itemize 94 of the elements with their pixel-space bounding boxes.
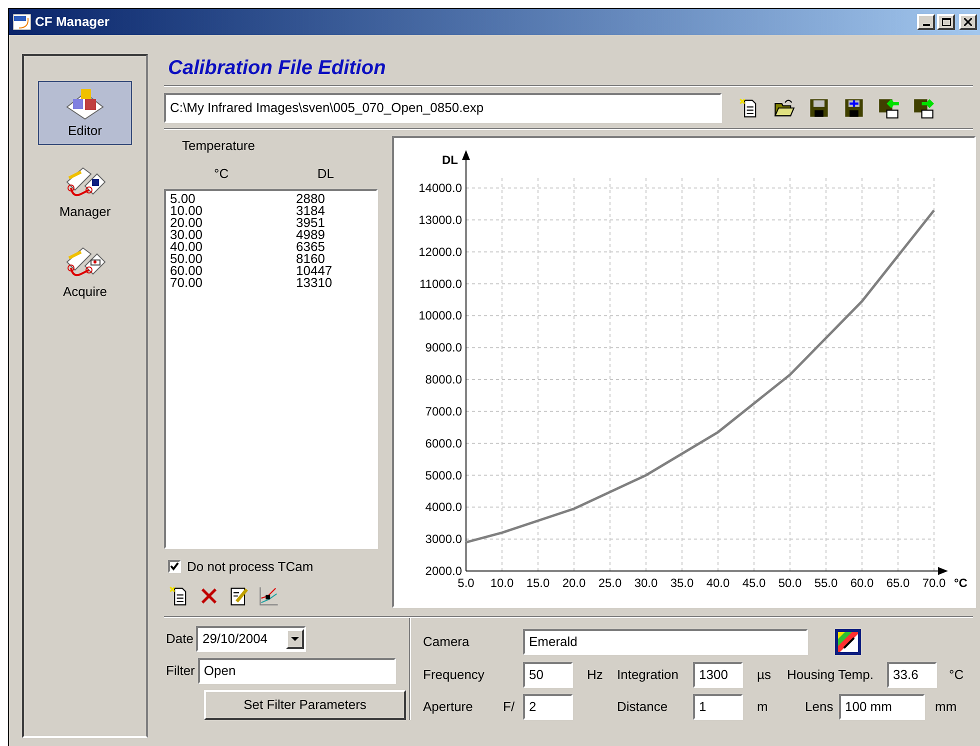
table-cell: 13310: [296, 277, 332, 289]
housing-temp-field[interactable]: 33.6: [887, 662, 937, 688]
x-tick-label: 70.0: [922, 576, 946, 590]
x-tick-label: 15.0: [526, 576, 550, 590]
data-list[interactable]: 5.00 2880 10.00 3184 20.00 3951 30.00 4989 40.00 6365 50.00 8160 60.00 10447 70.00 13310: [164, 189, 378, 549]
x-tick-label: 20.0: [562, 576, 586, 590]
filter-field[interactable]: Open: [198, 658, 396, 684]
field-label: Hz: [586, 666, 604, 684]
table-cell-text: 40.00: [169, 241, 204, 253]
y-tick-label: 7000.0: [425, 404, 462, 418]
x-tick-label: 55.0: [814, 576, 838, 590]
field-label: Filter: [166, 662, 195, 680]
table-cell: 3951: [296, 217, 325, 229]
y-tick-label: 9000.0: [425, 340, 462, 355]
table-cell: 6365: [296, 241, 325, 253]
checkbox[interactable]: [168, 560, 181, 574]
window-title: CF Manager: [35, 13, 110, 32]
field-label: Housing Temp.: [787, 666, 874, 684]
field-label: Lens: [804, 698, 834, 716]
column-header: °C: [214, 164, 229, 182]
y-tick-label: 6000.0: [425, 436, 462, 450]
table-cell-text: 60.00: [169, 265, 204, 277]
table-cell-text: 10.00: [169, 205, 204, 217]
x-tick-label: 30.0: [634, 576, 658, 590]
field-label: Distance: [617, 698, 669, 716]
table-cell: 4989: [296, 229, 325, 241]
field-label: Camera: [423, 633, 470, 652]
table-cell: 10447: [296, 265, 332, 277]
y-tick-label: 13000.0: [418, 212, 462, 227]
field-label: Aperture: [423, 698, 474, 716]
sidebar-item[interactable]: Editor: [38, 81, 132, 145]
x-tick-label: 45.0: [742, 576, 766, 590]
y-tick-label: 14000.0: [418, 181, 462, 195]
field-label: °C: [948, 666, 964, 684]
field-label: µs: [756, 666, 772, 684]
page-heading: Calibration File Edition: [168, 56, 387, 79]
y-tick-label: 4000.0: [425, 500, 462, 514]
table-cell-text: 50.00: [169, 253, 204, 265]
y-tick-label: 10000.0: [418, 308, 462, 323]
file-path-field[interactable]: C:\My Infrared Images\sven\005_070_Open_0850.exp: [164, 93, 722, 123]
x-tick-label: 65.0: [886, 576, 910, 590]
table-cell: 3184: [296, 205, 325, 217]
caret-icon: [291, 636, 300, 642]
x-tick-label: 5.0: [458, 576, 474, 590]
x-tick-label: 40.0: [706, 576, 730, 590]
aperture-field[interactable]: 2: [523, 694, 573, 720]
field-label: mm: [934, 698, 957, 716]
table-cell-text: 70.00: [169, 277, 204, 289]
distance-field[interactable]: 1: [693, 694, 743, 720]
table-cell-text: 5.00: [169, 193, 196, 205]
checkbox-label: Do not process TCam: [187, 558, 314, 576]
x-tick-label: 50.0: [778, 576, 802, 590]
x-tick-label: 60.0: [850, 576, 874, 590]
close-icon: [964, 18, 972, 26]
integration-field[interactable]: 1300: [693, 662, 743, 688]
field-label: Frequency: [423, 666, 486, 684]
sidebar-item[interactable]: Manager: [38, 161, 132, 225]
graph-icon[interactable]: [258, 584, 280, 606]
x-tick-label: 35.0: [670, 576, 694, 590]
y-tick-label: 12000.0: [418, 244, 462, 259]
palette-icon[interactable]: [834, 628, 862, 656]
field-label: Date: [166, 630, 194, 648]
y-tick-label: 5000.0: [425, 468, 462, 482]
minimize-button[interactable]: [917, 14, 935, 30]
camera-field[interactable]: Emerald: [523, 629, 808, 655]
field-label: Integration: [617, 666, 680, 684]
table-cell: 8160: [296, 253, 325, 265]
field-label: F/: [503, 698, 516, 716]
floppy-export-icon[interactable]: [913, 97, 935, 119]
set-filter-button[interactable]: Set Filter Parameters: [204, 690, 406, 720]
maximize-button[interactable]: [937, 14, 955, 30]
dropdown-button[interactable]: [286, 629, 304, 649]
field-label: m: [756, 698, 769, 716]
table-cell-text: 30.00: [169, 229, 204, 241]
x-tick-label: 25.0: [598, 576, 622, 590]
table-cell-text: 20.00: [169, 217, 204, 229]
open-folder-icon[interactable]: [773, 97, 795, 119]
column-header: DL: [317, 164, 334, 182]
y-axis-label: DL: [442, 153, 458, 167]
close-button[interactable]: [959, 14, 977, 30]
frequency-field[interactable]: 50: [523, 662, 573, 688]
y-tick-label: 2000.0: [425, 564, 462, 578]
y-tick-label: 3000.0: [425, 532, 462, 546]
y-tick-label: 11000.0: [420, 276, 462, 291]
date-picker[interactable]: 29/10/2004: [196, 626, 306, 652]
table-cell: 2880: [296, 193, 325, 205]
sidebar-item[interactable]: Acquire: [38, 241, 132, 305]
y-tick-label: 8000.0: [425, 372, 462, 386]
floppy-import-icon[interactable]: [878, 97, 900, 119]
table-title: Temperature: [182, 137, 256, 155]
lens-field[interactable]: 100 mm: [839, 694, 925, 720]
x-axis-label: °C: [954, 576, 968, 590]
x-tick-label: 10.0: [490, 576, 514, 590]
app-icon: [13, 14, 31, 30]
